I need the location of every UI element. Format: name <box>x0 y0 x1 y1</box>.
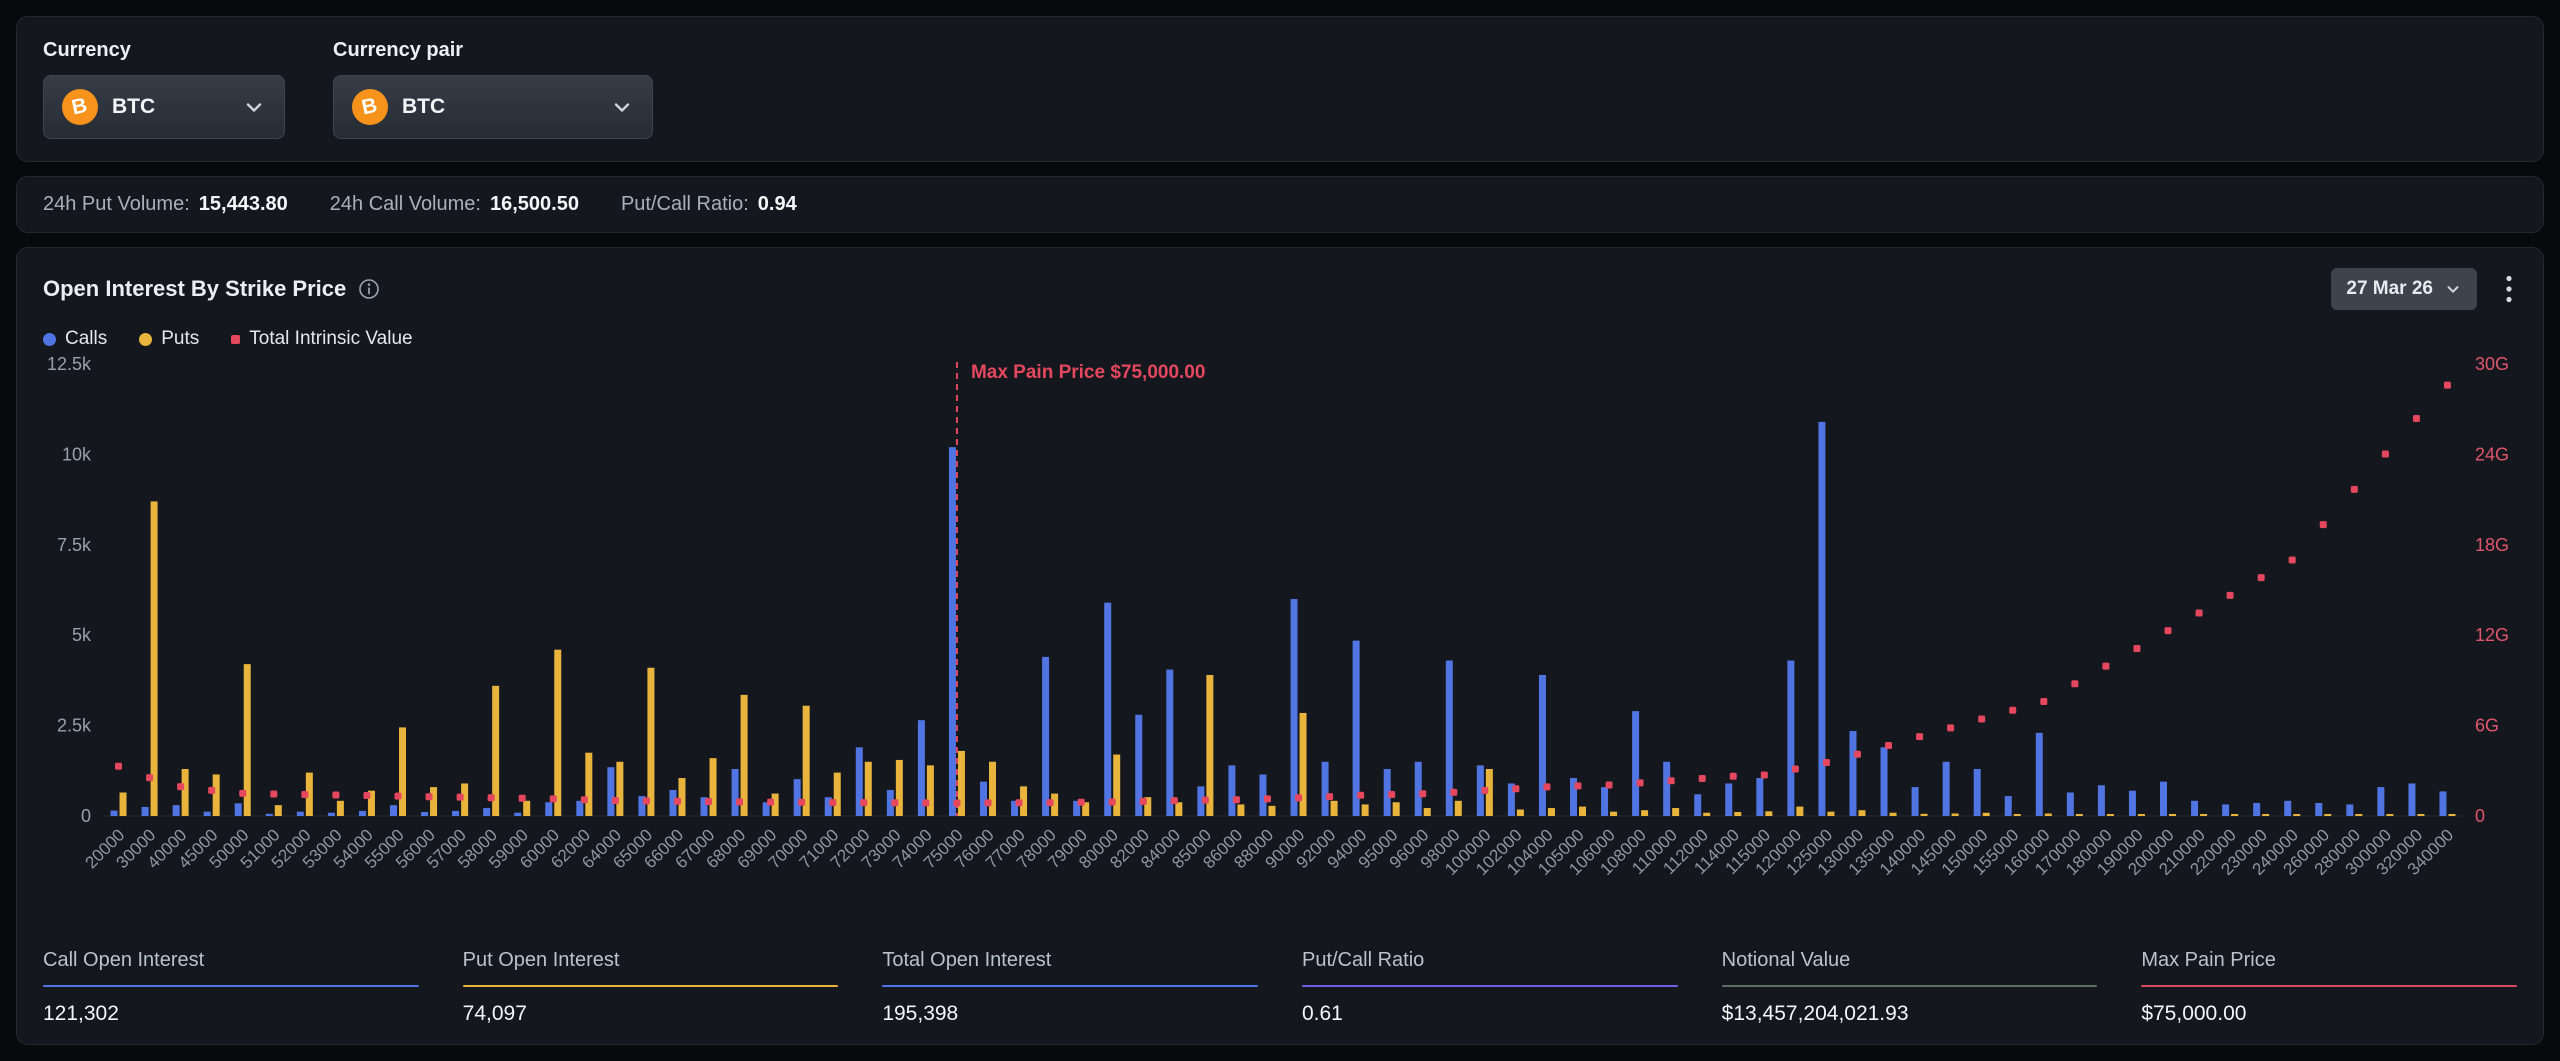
btc-coin-icon: B <box>62 89 98 125</box>
kebab-menu-icon[interactable] <box>2501 270 2517 308</box>
legend-calls[interactable]: Calls <box>43 328 107 350</box>
legend-puts[interactable]: Puts <box>139 328 199 350</box>
legend-intrinsic-label: Total Intrinsic Value <box>249 328 412 350</box>
btc-coin-icon: B <box>352 89 388 125</box>
options-dashboard: Currency B BTC Currency pair B BTC 24h P <box>0 0 2560 1061</box>
open-interest-panel: Open Interest By Strike Price 27 Mar 26 <box>16 247 2544 1045</box>
chart-legend: Calls Puts Total Intrinsic Value <box>43 328 2517 350</box>
put-call-ratio-value: 0.94 <box>758 193 797 216</box>
svg-text:Max Pain Price $75,000.00: Max Pain Price $75,000.00 <box>971 362 1206 383</box>
svg-text:12G: 12G <box>2475 625 2509 645</box>
stat-underline <box>463 985 839 987</box>
svg-text:0: 0 <box>2475 806 2485 826</box>
chart-header: Open Interest By Strike Price 27 Mar 26 <box>43 268 2517 310</box>
chevron-down-icon <box>610 95 634 119</box>
svg-text:2.5k: 2.5k <box>57 716 92 736</box>
put-call-ratio-label: Put/Call Ratio: <box>621 193 749 216</box>
intrinsic-marker-icon <box>231 335 240 344</box>
put-volume-stat: 24h Put Volume: 15,443.80 <box>43 193 288 216</box>
calls-marker-icon <box>43 333 56 346</box>
chevron-down-icon <box>242 95 266 119</box>
chart-title: Open Interest By Strike Price <box>43 276 346 302</box>
put-volume-label: 24h Put Volume: <box>43 193 190 216</box>
legend-calls-label: Calls <box>65 328 107 350</box>
legend-puts-label: Puts <box>161 328 199 350</box>
chart-header-actions: 27 Mar 26 <box>2331 268 2517 310</box>
svg-text:5k: 5k <box>72 625 92 645</box>
put-volume-value: 15,443.80 <box>199 193 288 216</box>
svg-text:18G: 18G <box>2475 535 2509 555</box>
svg-text:24G: 24G <box>2475 444 2509 464</box>
currency-pair-dropdown[interactable]: B BTC <box>333 75 653 139</box>
puts-marker-icon <box>139 333 152 346</box>
currency-controls-panel: Currency B BTC Currency pair B BTC <box>16 16 2544 162</box>
stat-put-call-ratio: Put/Call Ratio 0.61 <box>1302 949 1678 1026</box>
strike-chart[interactable]: 02.5k5k7.5k10k12.5k06G12G18G24G30G200003… <box>43 354 2519 938</box>
currency-pair-label: Currency pair <box>333 39 653 62</box>
stat-underline <box>43 985 419 987</box>
chart-area: 02.5k5k7.5k10k12.5k06G12G18G24G30G200003… <box>43 354 2517 949</box>
stat-underline <box>1722 985 2098 987</box>
call-volume-label: 24h Call Volume: <box>330 193 481 216</box>
volume-stats-bar: 24h Put Volume: 15,443.80 24h Call Volum… <box>16 176 2544 233</box>
stat-notional-value: Notional Value $13,457,204,021.93 <box>1722 949 2098 1026</box>
call-volume-value: 16,500.50 <box>490 193 579 216</box>
call-volume-stat: 24h Call Volume: 16,500.50 <box>330 193 579 216</box>
svg-text:0: 0 <box>81 806 91 826</box>
stat-total-open-interest: Total Open Interest 195,398 <box>882 949 1258 1026</box>
svg-text:10k: 10k <box>62 444 92 464</box>
chevron-down-icon <box>2444 280 2462 298</box>
stat-put-open-interest: Put Open Interest 74,097 <box>463 949 839 1026</box>
stat-underline <box>2141 985 2517 987</box>
info-icon[interactable] <box>358 278 380 300</box>
currency-value: BTC <box>112 95 155 119</box>
currency-control: Currency B BTC <box>43 39 285 139</box>
svg-text:12.5k: 12.5k <box>47 354 92 374</box>
expiry-select[interactable]: 27 Mar 26 <box>2331 268 2477 310</box>
currency-label: Currency <box>43 39 285 62</box>
stat-max-pain-price: Max Pain Price $75,000.00 <box>2141 949 2517 1026</box>
stat-underline <box>1302 985 1678 987</box>
summary-stats: Call Open Interest 121,302 Put Open Inte… <box>43 949 2517 1026</box>
svg-text:30G: 30G <box>2475 354 2509 374</box>
currency-pair-value: BTC <box>402 95 445 119</box>
svg-text:7.5k: 7.5k <box>57 535 92 555</box>
stat-underline <box>882 985 1258 987</box>
put-call-ratio-stat: Put/Call Ratio: 0.94 <box>621 193 797 216</box>
legend-intrinsic[interactable]: Total Intrinsic Value <box>231 328 412 350</box>
svg-text:6G: 6G <box>2475 716 2499 736</box>
currency-pair-control: Currency pair B BTC <box>333 39 653 139</box>
currency-dropdown[interactable]: B BTC <box>43 75 285 139</box>
expiry-value: 27 Mar 26 <box>2346 278 2433 300</box>
stat-call-open-interest: Call Open Interest 121,302 <box>43 949 419 1026</box>
